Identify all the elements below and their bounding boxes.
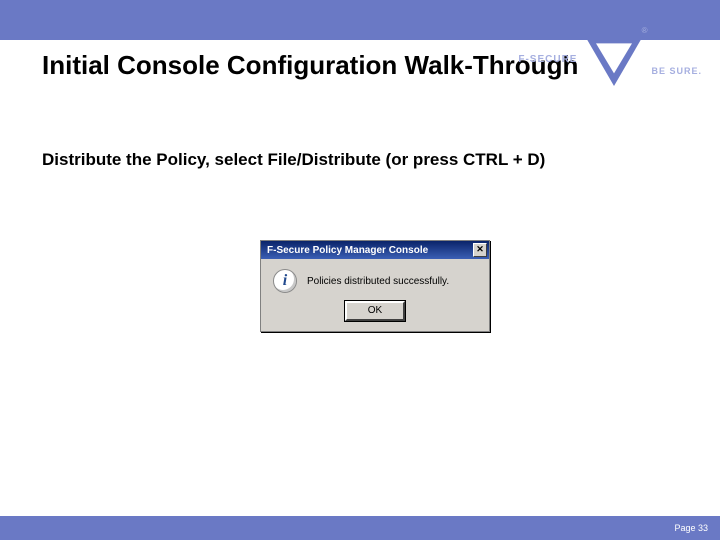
brand-logo: F-SECURE ® BE SURE. xyxy=(518,30,702,88)
ok-button[interactable]: OK xyxy=(345,301,405,321)
brand-name: F-SECURE xyxy=(518,54,577,65)
footer-band: Page 33 xyxy=(0,516,720,540)
brand-tagline: BE SURE. xyxy=(651,66,702,76)
title-wrap: Initial Console Configuration Walk-Throu… xyxy=(42,50,578,81)
close-button[interactable]: ✕ xyxy=(473,243,487,257)
dialog-body: i Policies distributed successfully. xyxy=(261,259,489,297)
instruction-text: Distribute the Policy, select File/Distr… xyxy=(42,150,545,170)
slide-title: Initial Console Configuration Walk-Throu… xyxy=(42,50,578,81)
registered-mark: ® xyxy=(642,26,648,35)
info-dialog: F-Secure Policy Manager Console ✕ i Poli… xyxy=(260,240,490,332)
dialog-message: Policies distributed successfully. xyxy=(307,276,449,287)
dialog-titlebar[interactable]: F-Secure Policy Manager Console ✕ xyxy=(261,241,489,259)
info-icon: i xyxy=(273,269,297,293)
dialog-button-row: OK xyxy=(261,297,489,331)
close-icon: ✕ xyxy=(476,244,484,254)
dialog-title: F-Secure Policy Manager Console xyxy=(267,245,428,256)
brand-triangle-icon: ® xyxy=(585,30,643,88)
slide: Initial Console Configuration Walk-Throu… xyxy=(0,0,720,540)
page-number: Page 33 xyxy=(674,523,708,533)
